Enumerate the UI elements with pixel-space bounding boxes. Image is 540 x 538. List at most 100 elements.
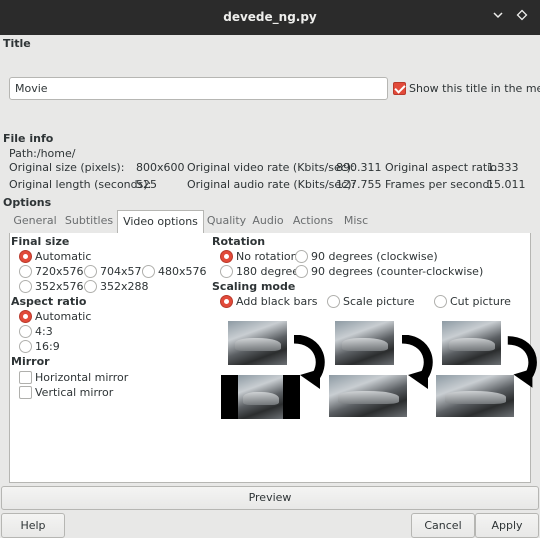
aspect-43-label: 4:3	[35, 325, 53, 338]
scaling-cut-label: Cut picture	[450, 295, 511, 308]
horizontal-mirror-label: Horizontal mirror	[35, 371, 129, 384]
final-size-480-label: 480x576	[158, 265, 207, 278]
tab-misc[interactable]: Misc	[339, 210, 373, 234]
radio-icon	[19, 339, 32, 353]
curved-arrow-icon	[507, 336, 537, 388]
rotation-ccw-label: 90 degrees (counter-clockwise)	[311, 265, 484, 278]
tab-subtitles[interactable]: Subtitles	[61, 210, 117, 234]
radio-icon	[295, 249, 308, 263]
vertical-mirror-checkbox[interactable]: Vertical mirror	[19, 385, 113, 400]
radio-icon	[295, 264, 308, 278]
original-aspect-label: Original aspect ratio:	[385, 161, 501, 174]
window-title: devede_ng.py	[223, 10, 317, 24]
final-size-704-radio[interactable]: 704x576	[84, 264, 149, 279]
tab-actions[interactable]: Actions	[287, 210, 339, 234]
rotation-heading: Rotation	[212, 235, 266, 248]
apply-button[interactable]: Apply	[475, 513, 539, 538]
aspect-ratio-heading: Aspect ratio	[11, 295, 87, 308]
scaling-cut-radio[interactable]: Cut picture	[434, 294, 511, 309]
mirror-heading: Mirror	[11, 355, 50, 368]
fps-value: 15.011	[487, 178, 526, 191]
title-heading: Title	[3, 37, 31, 50]
final-size-352x288-label: 352x288	[100, 280, 149, 293]
rotation-cw-label: 90 degrees (clockwise)	[311, 250, 438, 263]
help-button[interactable]: Help	[1, 513, 65, 538]
show-in-menu-check-icon	[393, 81, 406, 95]
result-thumbnail	[436, 375, 514, 417]
curved-arrow-icon	[401, 335, 433, 389]
maximize-icon[interactable]	[513, 8, 531, 26]
aspect-169-label: 16:9	[35, 340, 60, 353]
window-titlebar: devede_ng.py	[0, 0, 540, 35]
original-audio-rate-value: 127.755	[336, 178, 382, 191]
checkbox-icon	[19, 385, 32, 399]
curved-arrow-icon	[293, 335, 325, 389]
tab-general[interactable]: General	[9, 210, 61, 234]
radio-icon	[434, 294, 447, 308]
original-length-label: Original length (seconds):	[9, 178, 152, 191]
scaling-scale-label: Scale picture	[343, 295, 415, 308]
radio-icon	[327, 294, 340, 308]
show-in-menu-label: Show this title in the menu	[409, 82, 540, 95]
aspect-automatic-radio[interactable]: Automatic	[19, 309, 91, 324]
result-thumbnail	[329, 375, 407, 417]
final-size-352x576-label: 352x576	[35, 280, 84, 293]
source-thumbnail	[442, 321, 501, 365]
original-size-value: 800x600	[136, 161, 185, 174]
scaling-black-bars-label: Add black bars	[236, 295, 318, 308]
aspect-169-radio[interactable]: 16:9	[19, 339, 60, 354]
aspect-automatic-label: Automatic	[35, 310, 92, 323]
cancel-button[interactable]: Cancel	[411, 513, 475, 538]
minimize-icon[interactable]	[489, 8, 507, 26]
final-size-heading: Final size	[11, 235, 70, 248]
scaling-mode-heading: Scaling mode	[212, 280, 296, 293]
radio-icon	[84, 279, 97, 293]
final-size-automatic-radio[interactable]: Automatic	[19, 249, 91, 264]
radio-icon	[19, 324, 32, 338]
scaling-black-bars-radio[interactable]: Add black bars	[220, 294, 317, 309]
final-size-480-radio[interactable]: 480x576	[142, 264, 207, 279]
scaling-scale-radio[interactable]: Scale picture	[327, 294, 415, 309]
rotation-cw-radio[interactable]: 90 degrees (clockwise)	[295, 249, 438, 264]
final-size-720-radio[interactable]: 720x576	[19, 264, 84, 279]
horizontal-mirror-checkbox[interactable]: Horizontal mirror	[19, 370, 128, 385]
original-video-rate-value: 890.311	[336, 161, 382, 174]
black-bar-left	[221, 375, 238, 419]
radio-icon	[84, 264, 97, 278]
radio-selected-icon	[220, 249, 233, 263]
result-thumbnail	[238, 375, 283, 419]
original-size-label: Original size (pixels):	[9, 161, 125, 174]
radio-icon	[220, 264, 233, 278]
rotation-180-radio[interactable]: 180 degrees	[220, 264, 305, 279]
source-thumbnail	[335, 321, 394, 365]
radio-selected-icon	[220, 294, 233, 308]
fps-label: Frames per second:	[385, 178, 494, 191]
original-length-value: 525	[136, 178, 157, 191]
rotation-none-radio[interactable]: No rotation	[220, 249, 298, 264]
file-path: Path:/home/	[9, 147, 76, 160]
aspect-43-radio[interactable]: 4:3	[19, 324, 53, 339]
original-audio-rate-label: Original audio rate (Kbits/sec):	[187, 178, 356, 191]
rotation-none-label: No rotation	[236, 250, 298, 263]
options-tabbar: General Subtitles Video options Quality …	[9, 210, 531, 235]
final-size-352x576-radio[interactable]: 352x576	[19, 279, 84, 294]
file-info-heading: File info	[3, 132, 54, 145]
tab-video-options[interactable]: Video options	[117, 210, 204, 235]
source-thumbnail	[228, 321, 287, 365]
radio-selected-icon	[19, 309, 32, 323]
final-size-352x288-radio[interactable]: 352x288	[84, 279, 149, 294]
options-heading: Options	[3, 196, 52, 209]
preview-button[interactable]: Preview	[1, 486, 539, 510]
tab-quality[interactable]: Quality	[204, 210, 249, 234]
tab-audio[interactable]: Audio	[249, 210, 287, 234]
title-input[interactable]: Movie	[9, 77, 388, 100]
original-video-rate-label: Original video rate (Kbits/sec):	[187, 161, 355, 174]
original-aspect-value: 1.333	[487, 161, 519, 174]
rotation-ccw-radio[interactable]: 90 degrees (counter-clockwise)	[295, 264, 483, 279]
radio-selected-icon	[19, 249, 32, 263]
show-in-menu-checkbox[interactable]: Show this title in the menu	[393, 81, 540, 96]
final-size-720-label: 720x576	[35, 265, 84, 278]
radio-icon	[142, 264, 155, 278]
radio-icon	[19, 264, 32, 278]
checkbox-icon	[19, 370, 32, 384]
